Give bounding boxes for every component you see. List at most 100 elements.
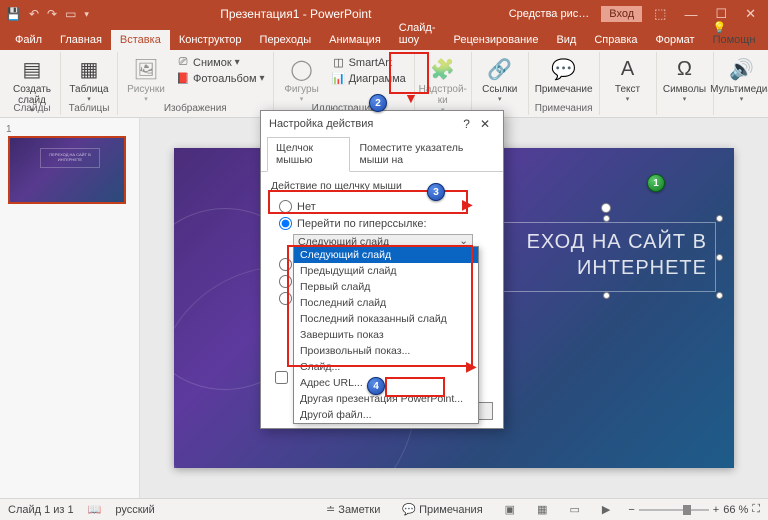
slide-thumbnail[interactable]: ПЕРЕХОД НА САЙТ В ИНТЕРНЕТЕ bbox=[8, 136, 126, 204]
signin-button[interactable]: Вход bbox=[601, 6, 642, 22]
resize-handle[interactable] bbox=[716, 215, 723, 222]
radio-object-action[interactable] bbox=[279, 292, 292, 305]
dropdown-item[interactable]: Предыдущий слайд bbox=[294, 263, 478, 279]
spellcheck-icon[interactable]: 📖 bbox=[88, 503, 102, 516]
undo-icon[interactable]: ↶ bbox=[29, 7, 39, 21]
annotation-callout-3: 3 bbox=[427, 183, 445, 201]
quick-access-toolbar: 💾 ↶ ↷ ▭ ▾ bbox=[6, 7, 89, 21]
dropdown-item[interactable]: Другая презентация PowerPoint... bbox=[294, 391, 478, 407]
minimize-icon[interactable]: — bbox=[678, 7, 703, 22]
screenshot-icon: ⎚ bbox=[176, 56, 190, 69]
zoom-control[interactable]: − + 66 % ⛶ bbox=[628, 503, 760, 516]
dropdown-item[interactable]: Последний слайд bbox=[294, 295, 478, 311]
tab-transitions[interactable]: Переходы bbox=[251, 30, 321, 50]
dialog-title: Настройка действия bbox=[269, 118, 373, 130]
play-sound-checkbox[interactable] bbox=[275, 371, 288, 384]
normal-view-icon[interactable]: ▣ bbox=[501, 501, 519, 518]
resize-handle[interactable] bbox=[716, 254, 723, 261]
annotation-callout-2: 2 bbox=[369, 94, 387, 112]
resize-handle[interactable] bbox=[603, 215, 610, 222]
symbols-button[interactable]: Ω Символы▾ bbox=[663, 52, 707, 103]
pictures-button[interactable]: 🖼 Рисунки▾ bbox=[124, 52, 168, 103]
dropdown-item[interactable]: Слайд... bbox=[294, 359, 478, 375]
dialog-close-icon[interactable]: ✕ bbox=[475, 117, 495, 131]
new-slide-icon: ▤ bbox=[18, 56, 46, 82]
picture-icon: 🖼 bbox=[132, 56, 160, 82]
text-button[interactable]: A Текст▾ bbox=[606, 52, 650, 103]
radio-run-macro[interactable] bbox=[279, 275, 292, 288]
group-media-label bbox=[740, 103, 743, 114]
tab-animation[interactable]: Анимация bbox=[320, 30, 390, 50]
table-icon: ▦ bbox=[75, 56, 103, 82]
title-bar: 💾 ↶ ↷ ▭ ▾ Презентация1 - PowerPoint Сред… bbox=[0, 0, 768, 28]
radio-run-program[interactable] bbox=[279, 258, 292, 271]
slide-counter[interactable]: Слайд 1 из 1 bbox=[8, 504, 74, 516]
dialog-tab-click[interactable]: Щелчок мышью bbox=[267, 137, 350, 172]
dialog-tab-hover[interactable]: Поместите указатель мыши на bbox=[350, 137, 497, 171]
screenshot-button[interactable]: ⎚Снимок ▾ bbox=[174, 55, 267, 70]
tell-me[interactable]: 💡 Помощн bbox=[704, 17, 765, 50]
zoom-value[interactable]: 66 % bbox=[723, 504, 748, 516]
redo-icon[interactable]: ↷ bbox=[47, 7, 57, 21]
ribbon-tabs: Файл Главная Вставка Конструктор Переход… bbox=[0, 28, 768, 50]
notes-button[interactable]: ≐ Заметки bbox=[322, 501, 384, 518]
tab-home[interactable]: Главная bbox=[51, 30, 111, 50]
sorter-view-icon[interactable]: ▦ bbox=[533, 501, 551, 518]
link-icon: 🔗 bbox=[486, 56, 514, 82]
tab-view[interactable]: Вид bbox=[547, 30, 585, 50]
slide-thumbnails-pane[interactable]: 1 ПЕРЕХОД НА САЙТ В ИНТЕРНЕТЕ bbox=[0, 118, 140, 498]
zoom-slider[interactable] bbox=[639, 509, 709, 511]
radio-hyperlink[interactable] bbox=[279, 217, 292, 230]
language-indicator[interactable]: русский bbox=[115, 504, 154, 516]
dropdown-item[interactable]: Произвольный показ... bbox=[294, 343, 478, 359]
addins-button[interactable]: 🧩 Надстрой-ки▾ bbox=[421, 52, 465, 114]
dropdown-item[interactable]: Первый слайд bbox=[294, 279, 478, 295]
tab-format[interactable]: Формат bbox=[647, 30, 704, 50]
comment-button[interactable]: 💬 Примечание bbox=[542, 52, 586, 95]
dropdown-item[interactable]: Другой файл... bbox=[294, 407, 478, 423]
zoom-out-icon[interactable]: − bbox=[628, 504, 634, 516]
zoom-in-icon[interactable]: + bbox=[713, 504, 719, 516]
tab-insert[interactable]: Вставка bbox=[111, 30, 170, 50]
smartart-icon: ◫ bbox=[332, 56, 346, 69]
option-hyperlink[interactable]: Перейти по гиперссылке: bbox=[271, 215, 493, 232]
album-icon: 📕 bbox=[176, 72, 190, 85]
slideshow-view-icon[interactable]: ▶ bbox=[598, 501, 614, 518]
tab-help[interactable]: Справка bbox=[585, 30, 646, 50]
fit-to-window-icon[interactable]: ⛶ bbox=[752, 503, 760, 516]
radio-none[interactable] bbox=[279, 200, 292, 213]
start-show-icon[interactable]: ▭ bbox=[65, 7, 76, 21]
media-button[interactable]: 🔊 Мультимедиа▾ bbox=[720, 52, 764, 103]
tab-review[interactable]: Рецензирование bbox=[445, 30, 548, 50]
dropdown-item[interactable]: Последний показанный слайд bbox=[294, 311, 478, 327]
tab-design[interactable]: Конструктор bbox=[170, 30, 251, 50]
share-button[interactable]: 👤 Поделиться bbox=[764, 17, 768, 50]
table-button[interactable]: ▦ Таблица▾ bbox=[67, 52, 111, 103]
comments-button[interactable]: 💬 Примечания bbox=[398, 501, 486, 518]
selected-textbox[interactable]: ЕХОД НА САЙТ В ИНТЕРНЕТЕ bbox=[496, 222, 716, 292]
shapes-button[interactable]: ◯ Фигуры▾ bbox=[280, 52, 324, 103]
photo-album-button[interactable]: 📕Фотоальбом ▾ bbox=[174, 71, 267, 86]
omega-icon: Ω bbox=[671, 56, 699, 82]
group-slides-label: Слайды bbox=[13, 103, 50, 114]
reading-view-icon[interactable]: ▭ bbox=[565, 501, 583, 518]
save-icon[interactable]: 💾 bbox=[6, 7, 21, 21]
group-symbols-label bbox=[683, 103, 686, 114]
resize-handle[interactable] bbox=[603, 292, 610, 299]
smartart-button[interactable]: ◫SmartArt bbox=[330, 55, 408, 70]
ribbon-options-icon[interactable]: ⬚ bbox=[648, 6, 672, 22]
dropdown-item[interactable]: Адрес URL... bbox=[294, 375, 478, 391]
dropdown-item[interactable]: Завершить показ bbox=[294, 327, 478, 343]
dropdown-item[interactable]: Следующий слайд bbox=[294, 247, 478, 263]
dialog-help-icon[interactable]: ? bbox=[458, 117, 475, 131]
resize-handle[interactable] bbox=[716, 292, 723, 299]
links-button[interactable]: 🔗 Ссылки▾ bbox=[478, 52, 522, 103]
tab-slideshow[interactable]: Слайд-шоу bbox=[390, 18, 445, 50]
rotate-handle[interactable] bbox=[601, 203, 611, 213]
option-none[interactable]: Нет bbox=[271, 198, 493, 215]
tab-file[interactable]: Файл bbox=[6, 30, 51, 50]
annotation-callout-4: 4 bbox=[367, 377, 385, 395]
chart-button[interactable]: 📊Диаграмма bbox=[330, 71, 408, 86]
contextual-tab-label: Средства рис… bbox=[503, 6, 596, 22]
status-bar: Слайд 1 из 1 📖 русский ≐ Заметки 💬 Приме… bbox=[0, 498, 768, 520]
